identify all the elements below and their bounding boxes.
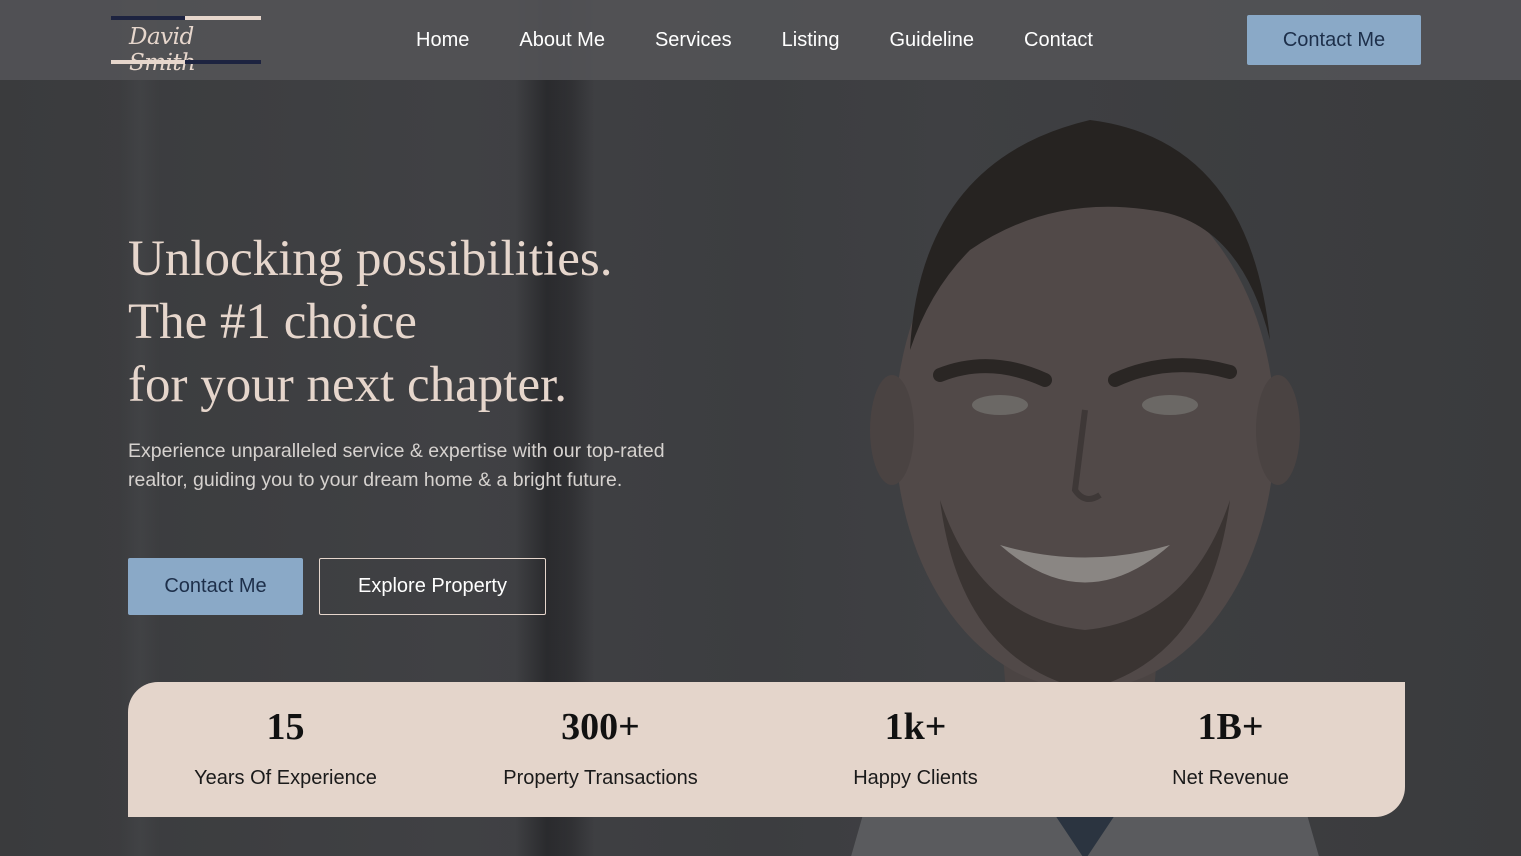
logo-bar <box>185 16 261 20</box>
main-nav: Home About Me Services Listing Guideline… <box>416 28 1143 52</box>
brand-logo[interactable]: David Smith <box>111 16 261 76</box>
stats-panel: 15 Years Of Experience 300+ Property Tra… <box>128 682 1405 817</box>
hero-title-line: The #1 choice <box>128 294 417 350</box>
hero-title-line: Unlocking possibilities. <box>128 231 613 287</box>
hero-title: Unlocking possibilities. The #1 choice f… <box>128 228 828 417</box>
logo-bar <box>111 60 185 64</box>
stat-item: 1B+ Net Revenue <box>1073 682 1388 817</box>
stat-label: Property Transactions <box>503 767 698 789</box>
hero-subtitle: Experience unparalleled service & expert… <box>128 440 665 491</box>
hero-contact-button[interactable]: Contact Me <box>128 558 303 615</box>
stat-item: 15 Years Of Experience <box>128 682 443 817</box>
explore-property-button[interactable]: Explore Property <box>319 558 546 615</box>
nav-link-guideline[interactable]: Guideline <box>889 28 974 52</box>
logo-bar <box>185 60 261 64</box>
logo-text: David Smith <box>129 24 196 76</box>
nav-link-listing[interactable]: Listing <box>782 28 840 52</box>
nav-link-home[interactable]: Home <box>416 28 469 52</box>
stat-item: 1k+ Happy Clients <box>758 682 1073 817</box>
stat-label: Happy Clients <box>853 767 978 789</box>
nav-link-contact[interactable]: Contact <box>1024 28 1093 52</box>
nav-link-services[interactable]: Services <box>655 28 732 52</box>
stat-label: Years Of Experience <box>194 767 377 789</box>
stat-item: 300+ Property Transactions <box>443 682 758 817</box>
stat-value: 300+ <box>561 706 640 748</box>
hero-title-line: for your next chapter. <box>128 357 568 413</box>
logo-bar <box>111 16 185 20</box>
nav-contact-button[interactable]: Contact Me <box>1247 15 1421 65</box>
stat-label: Net Revenue <box>1172 767 1289 789</box>
stat-value: 1B+ <box>1197 706 1264 748</box>
stat-value: 1k+ <box>884 706 947 748</box>
top-navbar: David Smith Home About Me Services Listi… <box>0 0 1521 80</box>
stat-value: 15 <box>266 706 305 748</box>
nav-link-about-me[interactable]: About Me <box>519 28 605 52</box>
